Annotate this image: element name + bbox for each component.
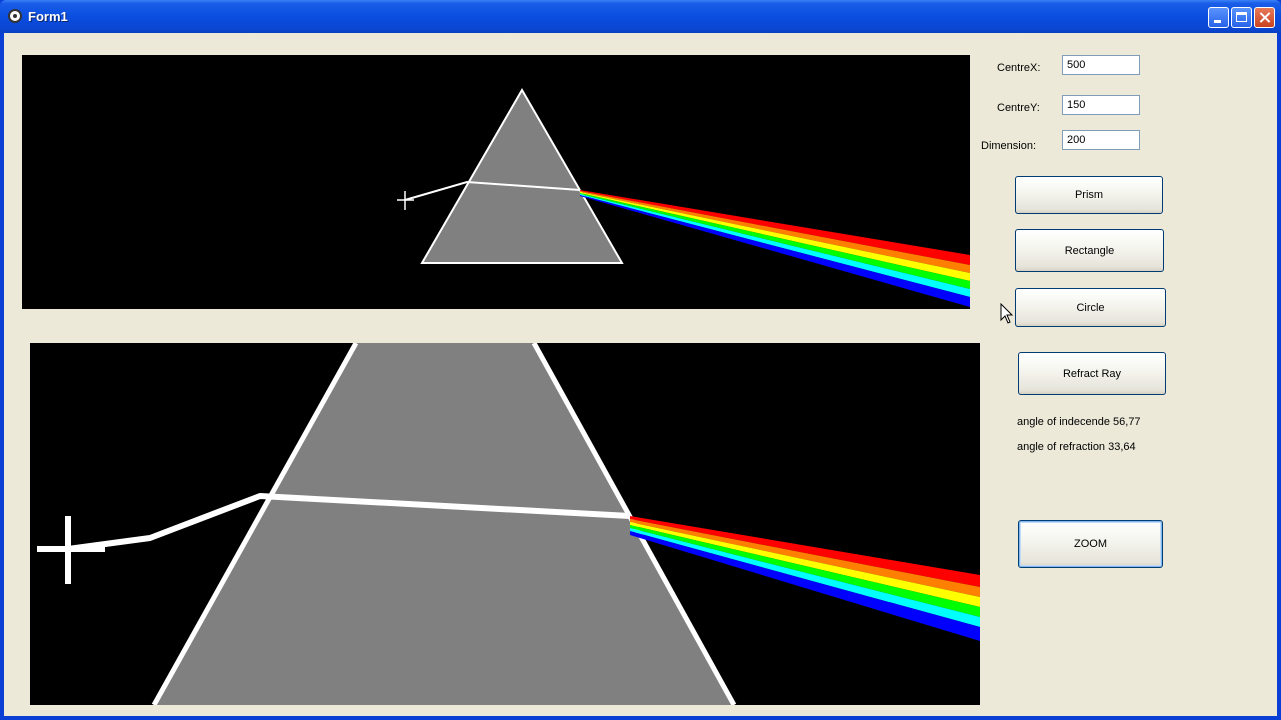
zoomed-spectrum-yellow — [630, 522, 980, 607]
spectrum-green — [580, 193, 970, 289]
window-title: Form1 — [28, 9, 68, 24]
centre-y-input[interactable] — [1062, 95, 1140, 115]
centre-y-label: CentreY: — [997, 102, 1040, 114]
prism-button[interactable]: Prism — [1015, 176, 1163, 214]
centre-x-input[interactable] — [1062, 55, 1140, 75]
close-icon[interactable] — [1254, 7, 1275, 28]
incidence-angle-text: angle of indecende 56,77 — [1017, 416, 1141, 428]
app-icon[interactable] — [8, 9, 22, 23]
circle-button[interactable]: Circle — [1015, 288, 1166, 327]
zoom-button[interactable]: ZOOM — [1018, 520, 1163, 568]
refraction-angle-text: angle of refraction 33,64 — [1017, 441, 1136, 453]
zoom-canvas[interactable] — [30, 343, 980, 705]
dimension-input[interactable] — [1062, 130, 1140, 150]
main-canvas-drawing — [397, 88, 970, 307]
spectrum-red — [580, 190, 970, 265]
minimize-icon[interactable] — [1208, 7, 1229, 28]
centre-x-label: CentreX: — [997, 62, 1041, 74]
form-client-area: CentreX: CentreY: Dimension: Prism Recta… — [4, 33, 1277, 716]
maximize-icon[interactable] — [1231, 7, 1252, 28]
dimension-label: Dimension: — [981, 140, 1037, 152]
app-window: Form1 CentreX: 500 CentreY: 150 Dimensio… — [0, 0, 1281, 720]
zoom-canvas-drawing — [37, 343, 980, 705]
main-canvas[interactable] — [22, 55, 970, 309]
title-bar[interactable]: Form1 — [0, 0, 1281, 33]
spectrum-orange — [580, 191, 970, 273]
mouse-pointer-icon — [1000, 303, 1014, 324]
prism-shape — [420, 88, 624, 264]
spectrum-yellow — [580, 192, 970, 281]
refract-ray-button[interactable]: Refract Ray — [1018, 352, 1166, 395]
rectangle-button[interactable]: Rectangle — [1015, 229, 1164, 272]
